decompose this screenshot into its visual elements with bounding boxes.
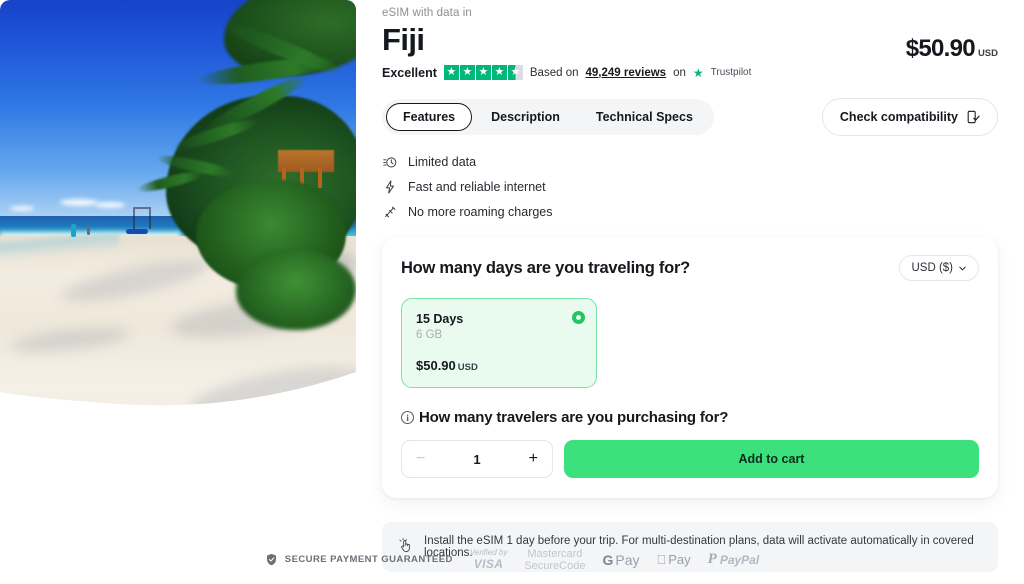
hero-image bbox=[0, 0, 356, 452]
add-to-cart-button[interactable]: Add to cart bbox=[564, 440, 979, 479]
quantity-decrement-button[interactable]: − bbox=[416, 451, 425, 467]
mastercard-line1: Mastercard bbox=[527, 547, 583, 560]
plan-options: 15 Days 6 GB $50.90 USD bbox=[401, 298, 979, 389]
apple-pay-logo: Pay bbox=[657, 552, 691, 567]
google-pay-logo: G Pay bbox=[602, 552, 639, 568]
content-column: eSIM with data in Fiji Excellent ★ ★ ★ ★… bbox=[382, 0, 998, 573]
cloud bbox=[10, 206, 34, 211]
currency-selector-value: USD ($) bbox=[911, 262, 953, 275]
beach-hut bbox=[278, 150, 334, 172]
visa-verified-logo: Verified by VISA bbox=[470, 549, 508, 570]
timer-icon bbox=[382, 154, 397, 169]
plan-option-15-days[interactable]: 15 Days 6 GB $50.90 USD bbox=[401, 298, 597, 389]
travelers-question: How many travelers are you purchasing fo… bbox=[419, 409, 729, 427]
paypal-logo: P PayPal bbox=[708, 551, 760, 568]
payment-footer: SECURE PAYMENT GUARANTEED Verified by VI… bbox=[0, 548, 1024, 572]
plan-price: $50.90 USD bbox=[416, 358, 582, 373]
check-compatibility-label: Check compatibility bbox=[839, 110, 958, 125]
star-icon: ★ bbox=[475, 65, 491, 81]
eyebrow-text: eSIM with data in bbox=[382, 7, 472, 19]
purchase-row: − 1 + Add to cart bbox=[401, 440, 979, 479]
card-header: How many days are you traveling for? USD… bbox=[401, 255, 979, 282]
lightning-bolt-icon bbox=[382, 179, 397, 194]
rating-on: on bbox=[673, 66, 686, 79]
currency-selector[interactable]: USD ($) bbox=[899, 255, 979, 282]
trustpilot-rating: Excellent ★ ★ ★ ★ ★ Based on 49,249 revi… bbox=[382, 65, 906, 81]
plan-data-amount: 6 GB bbox=[416, 329, 443, 342]
price-block: $50.90 USD bbox=[906, 19, 998, 63]
paypal-p-icon: P bbox=[702, 551, 717, 568]
price-currency: USD bbox=[977, 48, 998, 59]
check-compatibility-button[interactable]: Check compatibility bbox=[821, 98, 998, 137]
google-pay-g: G bbox=[602, 551, 614, 568]
feature-item: Limited data bbox=[382, 154, 998, 169]
rating-word: Excellent bbox=[382, 65, 437, 80]
person bbox=[71, 224, 76, 237]
apple-logo-icon:  bbox=[657, 552, 667, 567]
hut-post bbox=[318, 168, 322, 188]
reviews-count-link[interactable]: 49,249 reviews bbox=[586, 67, 667, 79]
shield-check-icon bbox=[266, 554, 276, 566]
price-value: $50.90 bbox=[905, 35, 976, 62]
quantity-increment-button[interactable]: + bbox=[529, 451, 538, 467]
feature-item: Fast and reliable internet bbox=[382, 179, 998, 194]
features-list: Limited data Fast and reliable internet bbox=[382, 154, 998, 219]
rating-prefix: Based on bbox=[529, 66, 579, 79]
quantity-value[interactable]: 1 bbox=[473, 452, 480, 467]
days-question: How many days are you traveling for? bbox=[401, 258, 690, 277]
beach-swing bbox=[133, 207, 151, 229]
device-check-icon bbox=[967, 110, 980, 124]
secure-payment-label: SECURE PAYMENT GUARANTEED bbox=[284, 554, 453, 566]
chevron-down-icon bbox=[959, 266, 966, 270]
foliage bbox=[236, 250, 356, 330]
boat bbox=[126, 229, 148, 234]
star-rating: ★ ★ ★ ★ ★ bbox=[443, 65, 523, 81]
paypal-text: PayPal bbox=[714, 552, 759, 567]
half-star-icon: ★ bbox=[507, 65, 523, 81]
page-title: Fiji bbox=[382, 22, 425, 57]
plan-price-currency: USD bbox=[457, 362, 478, 374]
visa-verified-line2: VISA bbox=[473, 556, 504, 571]
product-page: eSIM with data in Fiji Excellent ★ ★ ★ ★… bbox=[0, 0, 1024, 584]
cloud bbox=[60, 199, 98, 206]
feature-item: No more roaming charges bbox=[382, 204, 998, 219]
feature-label: Limited data bbox=[408, 154, 477, 169]
google-pay-text: Pay bbox=[615, 551, 640, 568]
no-roaming-icon bbox=[382, 204, 397, 219]
star-icon: ★ bbox=[491, 65, 507, 81]
tabs-row: Features Description Technical Specs Che… bbox=[382, 98, 998, 137]
mastercard-line2: SecureCode bbox=[524, 559, 586, 572]
tab-technical-specs[interactable]: Technical Specs bbox=[579, 103, 710, 131]
cloud bbox=[95, 202, 125, 208]
tab-description[interactable]: Description bbox=[474, 103, 577, 131]
mastercard-securecode-logo: Mastercard SecureCode bbox=[524, 548, 585, 572]
tab-bar: Features Description Technical Specs bbox=[382, 99, 714, 136]
apple-pay-text: Pay bbox=[663, 552, 690, 568]
star-icon: ★ bbox=[443, 65, 459, 81]
hero-image-clip bbox=[0, 0, 356, 452]
plan-radio-selected[interactable] bbox=[572, 311, 585, 325]
plan-price-value: $50.90 bbox=[416, 358, 456, 374]
info-icon[interactable]: i bbox=[401, 411, 414, 425]
feature-label: Fast and reliable internet bbox=[408, 179, 546, 194]
trustpilot-star-icon: ★ bbox=[692, 65, 704, 80]
trustpilot-brand: Trustpilot bbox=[710, 67, 752, 79]
quantity-stepper: − 1 + bbox=[401, 440, 553, 479]
tab-features[interactable]: Features bbox=[386, 103, 473, 132]
feature-label: No more roaming charges bbox=[408, 204, 553, 219]
travelers-question-row: i How many travelers are you purchasing … bbox=[401, 409, 979, 426]
purchase-card: How many days are you traveling for? USD… bbox=[382, 237, 998, 499]
secure-payment-badge: SECURE PAYMENT GUARANTEED bbox=[265, 553, 453, 566]
person bbox=[87, 226, 90, 235]
star-icon: ★ bbox=[459, 65, 475, 81]
plan-days: 15 Days bbox=[416, 312, 464, 327]
